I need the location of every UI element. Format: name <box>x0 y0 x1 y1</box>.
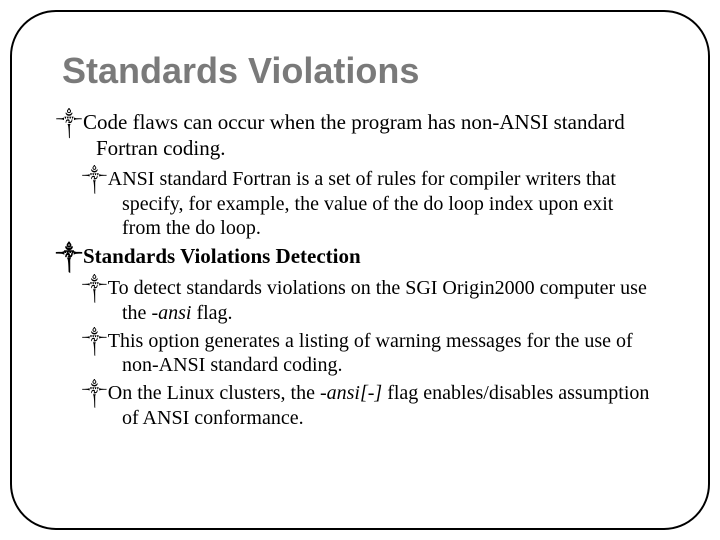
bullet-icon: ༒ <box>102 383 107 406</box>
slide-content: ༒Code flaws can occur when the program h… <box>76 110 656 430</box>
bullet-icon: ༒ <box>102 278 107 301</box>
bullet-icon: ༒ <box>76 112 82 136</box>
slide: Standards Violations ༒Code flaws can occ… <box>0 0 720 540</box>
bullet-icon: ༒ <box>102 169 107 192</box>
sub-bullet-item: ༒This option generates a listing of warn… <box>102 329 656 378</box>
bullet-item: ༒Code flaws can occur when the program h… <box>76 110 656 161</box>
bullet-text: To detect standards violations on the SG… <box>108 277 647 324</box>
bullet-text: On the Linux clusters, the -ansi[-] flag… <box>108 382 650 429</box>
slide-title: Standards Violations <box>62 50 686 92</box>
bullet-text: This option generates a listing of warni… <box>108 330 633 377</box>
bullet-icon: ༒ <box>76 246 82 270</box>
sub-bullet-item: ༒On the Linux clusters, the -ansi[-] fla… <box>102 381 656 430</box>
bullet-text: Standards Violations Detection <box>83 244 361 268</box>
bullet-text: Code flaws can occur when the program ha… <box>83 110 625 160</box>
bullet-text: ANSI standard Fortran is a set of rules … <box>108 168 616 239</box>
sub-bullet-item: ༒To detect standards violations on the S… <box>102 276 656 325</box>
sub-bullet-item: ༒ANSI standard Fortran is a set of rules… <box>102 167 656 240</box>
bullet-item: ༒Standards Violations Detection <box>76 244 656 270</box>
bullet-icon: ༒ <box>102 331 107 354</box>
